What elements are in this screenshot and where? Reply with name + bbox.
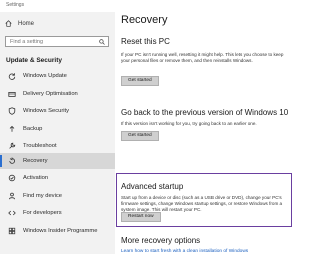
person-icon: [9, 192, 15, 200]
section-title: Update & Security: [6, 57, 62, 64]
advanced-startup-description: Start up from a device or disc (such as …: [121, 195, 283, 213]
home-icon: [5, 20, 12, 27]
recovery-icon: [9, 157, 15, 164]
sidebar-item-label: Windows Insider Programme: [23, 228, 98, 234]
sidebar-item-for-developers[interactable]: For developers: [0, 205, 115, 221]
activation-icon: [8, 174, 16, 182]
clean-install-link[interactable]: Learn how to start fresh with a clean in…: [121, 249, 248, 254]
sidebar-item-label: Find my device: [23, 193, 62, 199]
reset-heading: Reset this PC: [121, 37, 170, 46]
sidebar-item-label: For developers: [23, 210, 62, 216]
sidebar: Home Find a setting Update & Security Wi…: [0, 12, 115, 254]
developer-icon: [8, 210, 16, 216]
go-back-heading: Go back to the previous version of Windo…: [121, 108, 289, 117]
sidebar-item-recovery[interactable]: Recovery: [0, 153, 115, 169]
main-content: Recovery Reset this PC If your PC isn't …: [115, 12, 300, 254]
reset-get-started-button[interactable]: Get started: [121, 76, 159, 86]
window-title: Settings: [6, 2, 25, 8]
reset-description: If your PC isn't running well, resetting…: [121, 52, 284, 64]
search-icon[interactable]: [99, 39, 105, 45]
sidebar-item-label: Windows Security: [23, 108, 70, 114]
go-back-get-started-button[interactable]: Get started: [121, 131, 159, 141]
sidebar-item-windows-update[interactable]: Windows Update: [0, 68, 115, 84]
sidebar-item-delivery-optimisation[interactable]: Delivery Optimisation: [0, 86, 115, 102]
refresh-icon: [8, 73, 16, 80]
home-label: Home: [18, 20, 35, 27]
insider-icon: [8, 227, 16, 235]
restart-now-button[interactable]: Restart now: [121, 212, 161, 222]
settings-window: Settings Home Find a setting Update & Se…: [0, 0, 300, 254]
title-bar: Settings: [0, 0, 300, 12]
backup-icon: [9, 125, 15, 132]
sidebar-item-label: Activation: [23, 175, 49, 181]
sidebar-item-find-my-device[interactable]: Find my device: [0, 188, 115, 204]
sidebar-item-label: Recovery: [23, 158, 48, 164]
sidebar-item-troubleshoot[interactable]: Troubleshoot: [0, 138, 115, 154]
home-link[interactable]: Home: [5, 20, 34, 27]
page-title: Recovery: [121, 14, 168, 26]
sidebar-item-backup[interactable]: Backup: [0, 121, 115, 137]
sidebar-item-label: Windows Update: [23, 73, 67, 79]
sidebar-item-windows-insider-programme[interactable]: Windows Insider Programme: [0, 223, 115, 239]
sidebar-item-activation[interactable]: Activation: [0, 170, 115, 186]
go-back-description: If this version isn't working for you, t…: [121, 121, 257, 126]
search-placeholder: Find a setting: [10, 39, 44, 45]
sidebar-item-windows-security[interactable]: Windows Security: [0, 103, 115, 119]
shield-icon: [8, 107, 16, 115]
sidebar-item-label: Troubleshoot: [23, 143, 57, 149]
wrench-icon: [9, 142, 16, 149]
sidebar-item-label: Delivery Optimisation: [23, 91, 78, 97]
delivery-icon: [8, 92, 16, 97]
more-options-heading: More recovery options: [121, 236, 201, 245]
advanced-startup-heading: Advanced startup: [121, 182, 184, 191]
sidebar-item-label: Backup: [23, 126, 43, 132]
search-field[interactable]: Find a setting: [5, 36, 109, 47]
